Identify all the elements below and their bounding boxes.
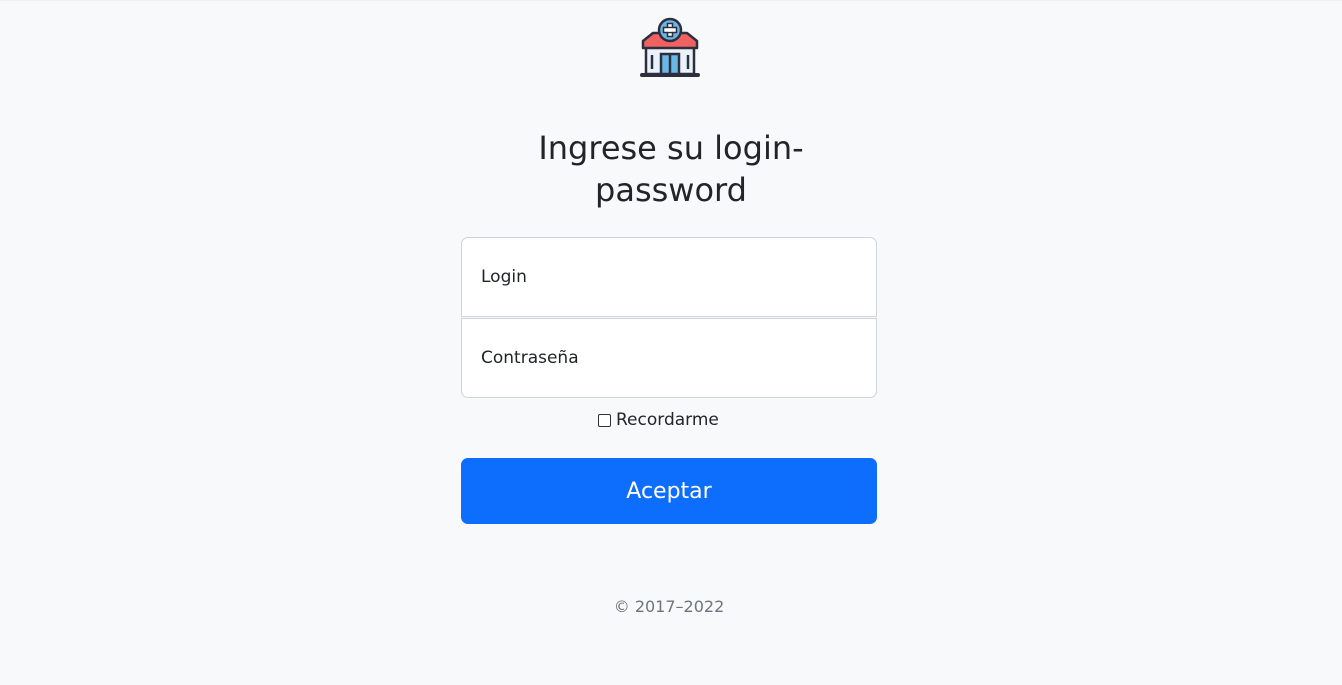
submit-button[interactable]: Aceptar bbox=[461, 458, 877, 524]
remember-me[interactable]: Recordarme bbox=[598, 407, 719, 433]
copyright-text: © 2017–2022 bbox=[613, 597, 725, 616]
page-title-line-2: password bbox=[595, 171, 747, 209]
login-page: Ingrese su login- password Recordarme Ac… bbox=[0, 0, 1342, 685]
hospital-icon bbox=[637, 17, 703, 79]
remember-me-checkbox[interactable] bbox=[598, 413, 611, 427]
password-input[interactable] bbox=[461, 318, 877, 398]
login-input[interactable] bbox=[461, 237, 877, 317]
page-title-line-1: Ingrese su login- bbox=[538, 129, 804, 167]
remember-me-label: Recordarme bbox=[616, 410, 719, 430]
page-title: Ingrese su login- password bbox=[480, 127, 862, 211]
